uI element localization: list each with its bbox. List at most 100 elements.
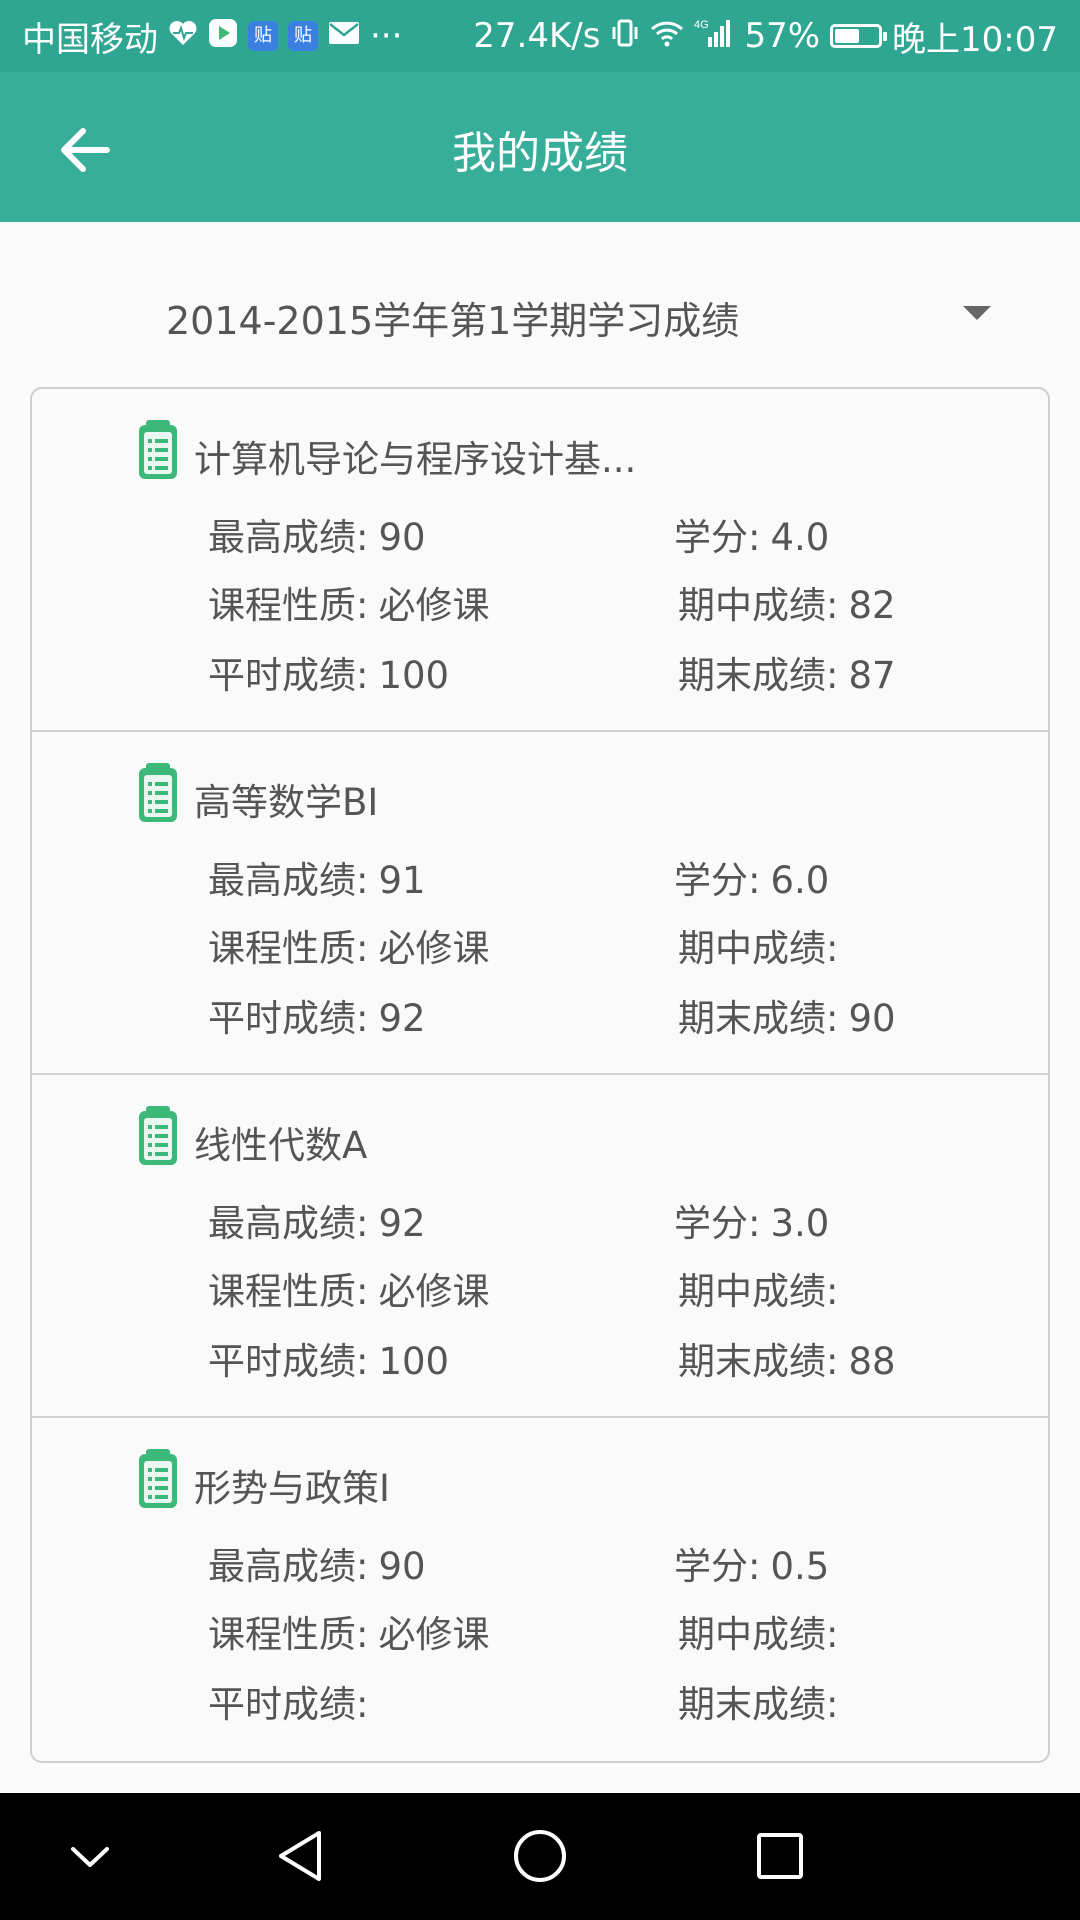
carrier-label: 中国移动 — [22, 19, 158, 60]
vibrate-icon — [610, 18, 640, 54]
credit: 学分: 0.5 — [674, 1536, 829, 1590]
final-value: 90 — [848, 997, 896, 1040]
net-speed: 27.4K/s — [473, 16, 601, 56]
status-right: 27.4K/s 4G 57% 晚上10:07 — [473, 12, 1058, 61]
regular-value: 92 — [378, 997, 426, 1040]
more-notifications-ellipsis: ··· — [370, 16, 403, 56]
midterm-score: 期中成绩: — [678, 1261, 848, 1315]
course-item[interactable]: 高等数学BI 最高成绩: 91 学分: 6.0 课程性质: 必修课 期中成绩: 平时成… — [32, 732, 1048, 1075]
status-left: 中国移动 贴 贴 ··· — [22, 12, 402, 61]
max-score-label: 最高成绩: — [208, 1545, 369, 1588]
credit: 学分: 3.0 — [674, 1193, 829, 1247]
course-name: 形势与政策I — [194, 1467, 390, 1510]
play-icon — [208, 18, 238, 54]
recents-button[interactable] — [740, 1821, 820, 1891]
credit-value: 3.0 — [770, 1202, 830, 1245]
course-name: 线性代数A — [194, 1124, 368, 1167]
course-type-label: 课程性质: — [208, 927, 369, 970]
course-name: 计算机导论与程序设计基... — [194, 438, 637, 481]
course-type: 课程性质: 必修课 — [208, 575, 489, 629]
collapse-chevron-icon — [71, 1847, 109, 1867]
midterm-label: 期中成绩: — [678, 1270, 839, 1313]
credit: 学分: 4.0 — [674, 507, 829, 561]
max-score-value: 90 — [378, 516, 426, 559]
credit-label: 学分: — [674, 1202, 761, 1245]
course-type: 课程性质: 必修课 — [208, 918, 489, 972]
notebook-icon — [139, 763, 177, 822]
tieba-icon: 贴 — [288, 21, 318, 51]
notebook-icon — [139, 420, 177, 479]
final-score: 期末成绩: 87 — [678, 645, 896, 699]
max-score-value: 90 — [378, 1545, 426, 1588]
regular-label: 平时成绩: — [208, 654, 369, 697]
status-time: 晚上10:07 — [892, 19, 1058, 60]
max-score: 最高成绩: 90 — [208, 507, 426, 561]
course-list: 计算机导论与程序设计基... 最高成绩: 90 学分: 4.0 课程性质: 必修课 期… — [30, 387, 1050, 1763]
course-type-value: 必修课 — [378, 1270, 490, 1313]
max-score: 最高成绩: 91 — [208, 850, 426, 904]
midterm-label: 期中成绩: — [678, 1613, 839, 1656]
final-label: 期末成绩: — [678, 654, 839, 697]
final-score: 期末成绩: 90 — [678, 988, 896, 1042]
final-score: 期末成绩: 88 — [678, 1331, 896, 1385]
dropdown-arrow-icon — [963, 306, 991, 320]
battery-fill — [835, 29, 860, 43]
signal-label: 4G — [694, 19, 709, 31]
battery-percent: 57% — [744, 16, 821, 56]
midterm-score: 期中成绩: — [678, 1604, 848, 1658]
max-score: 最高成绩: 92 — [208, 1193, 426, 1247]
course-type: 课程性质: 必修课 — [208, 1604, 489, 1658]
back-nav-button[interactable] — [260, 1821, 340, 1891]
credit-value: 4.0 — [770, 516, 830, 559]
credit-value: 0.5 — [770, 1545, 830, 1588]
credit-label: 学分: — [674, 1545, 761, 1588]
credit-value: 6.0 — [770, 859, 830, 902]
course-type-label: 课程性质: — [208, 1270, 369, 1313]
status-bar: 中国移动 贴 贴 ··· 27.4K/s 4G 57% 晚上10:07 — [0, 0, 1080, 72]
midterm-score: 期中成绩: 82 — [678, 575, 896, 629]
midterm-value: 82 — [848, 584, 896, 627]
credit-label: 学分: — [674, 859, 761, 902]
app-bar: 我的成绩 — [0, 72, 1080, 222]
back-triangle-icon — [279, 1831, 321, 1881]
regular-value: 100 — [378, 1340, 450, 1383]
course-type-value: 必修课 — [378, 584, 490, 627]
max-score-value: 91 — [378, 859, 426, 902]
final-label: 期末成绩: — [678, 1683, 839, 1726]
credit-label: 学分: — [674, 516, 761, 559]
final-label: 期末成绩: — [678, 1340, 839, 1383]
tieba-icon: 贴 — [248, 21, 278, 51]
course-item[interactable]: 线性代数A 最高成绩: 92 学分: 3.0 课程性质: 必修课 期中成绩: 平时成绩… — [32, 1075, 1048, 1418]
battery-icon — [830, 24, 888, 48]
wifi-icon — [650, 19, 684, 53]
course-item[interactable]: 计算机导论与程序设计基... 最高成绩: 90 学分: 4.0 课程性质: 必修课 期… — [32, 389, 1048, 732]
signal-icon: 4G — [694, 17, 734, 55]
notebook-icon — [139, 1106, 177, 1165]
regular-value: 100 — [378, 654, 450, 697]
term-selector[interactable]: 2014-2015学年第1学期学习成绩 — [0, 270, 1080, 360]
regular-score: 平时成绩: — [208, 1674, 378, 1728]
collapse-button[interactable] — [50, 1821, 130, 1891]
regular-label: 平时成绩: — [208, 1683, 369, 1726]
max-score-label: 最高成绩: — [208, 859, 369, 902]
course-item[interactable]: 形势与政策I 最高成绩: 90 学分: 0.5 课程性质: 必修课 期中成绩: 平时成… — [32, 1418, 1048, 1761]
final-value: 87 — [848, 654, 896, 697]
notebook-icon — [139, 1449, 177, 1508]
regular-score: 平时成绩: 92 — [208, 988, 426, 1042]
regular-label: 平时成绩: — [208, 1340, 369, 1383]
heart-pulse-icon — [168, 19, 198, 53]
page-title: 我的成绩 — [452, 128, 628, 179]
regular-label: 平时成绩: — [208, 997, 369, 1040]
mail-icon — [328, 21, 360, 51]
course-type: 课程性质: 必修课 — [208, 1261, 489, 1315]
final-score: 期末成绩: — [678, 1674, 848, 1728]
midterm-label: 期中成绩: — [678, 584, 839, 627]
max-score-label: 最高成绩: — [208, 516, 369, 559]
final-label: 期末成绩: — [678, 997, 839, 1040]
recents-square-icon — [757, 1833, 803, 1879]
course-name: 高等数学BI — [194, 781, 379, 824]
max-score-label: 最高成绩: — [208, 1202, 369, 1245]
home-button[interactable] — [500, 1821, 580, 1891]
midterm-score: 期中成绩: — [678, 918, 848, 972]
regular-score: 平时成绩: 100 — [208, 1331, 449, 1385]
